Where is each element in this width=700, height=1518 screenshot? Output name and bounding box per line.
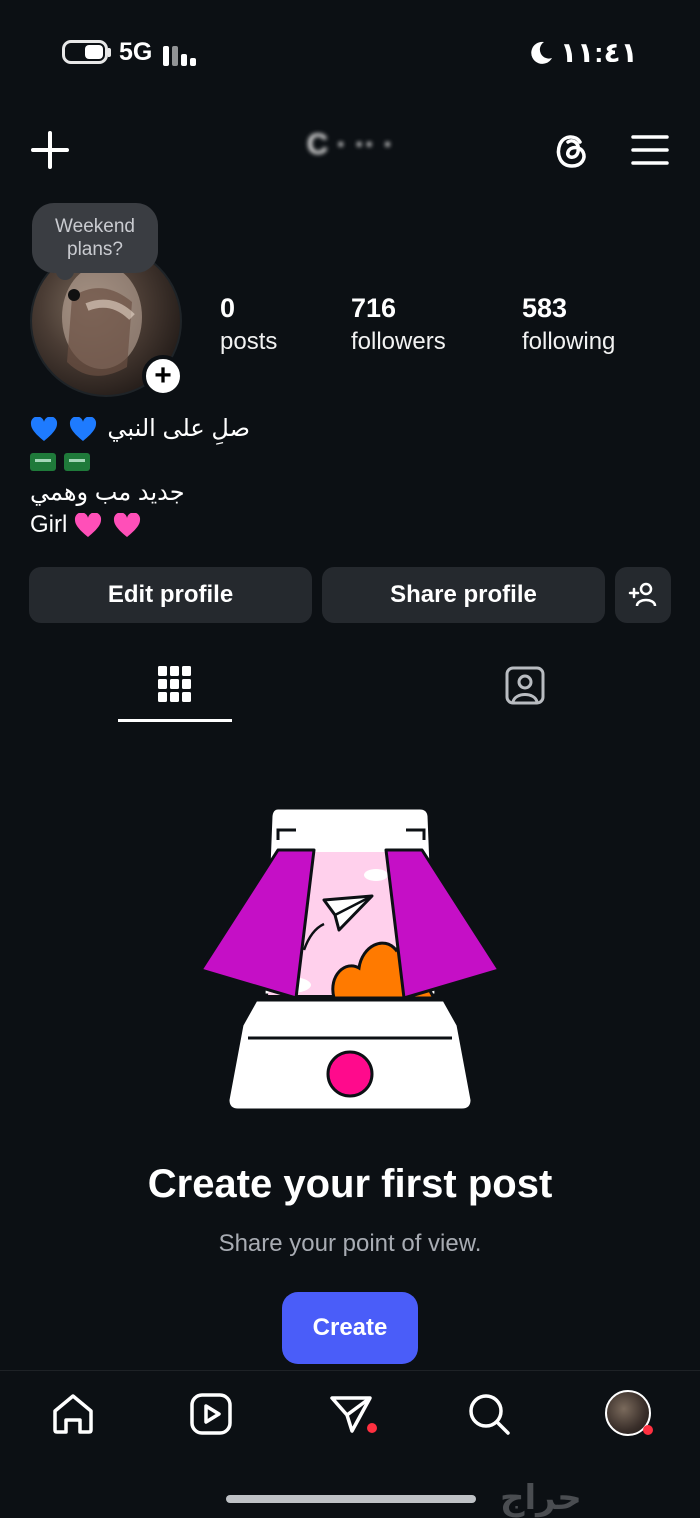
stat-label: following bbox=[522, 328, 616, 355]
bio: صلِ على النبي جديد مب وهمي Girl bbox=[30, 413, 430, 541]
saudi-flag-icon bbox=[30, 452, 56, 471]
note-text-line2: plans? bbox=[67, 239, 123, 260]
pink-heart-icon bbox=[113, 512, 140, 537]
add-person-button[interactable] bbox=[615, 567, 671, 623]
bio-line-4: Girl bbox=[30, 509, 430, 541]
stat-posts[interactable]: 0 posts bbox=[220, 293, 277, 356]
add-story-button[interactable]: + bbox=[142, 355, 184, 397]
clock: ١١:٤١ bbox=[560, 37, 638, 68]
stat-label: followers bbox=[351, 328, 446, 355]
stat-following[interactable]: 583 following bbox=[522, 293, 615, 356]
stat-followers[interactable]: 716 followers bbox=[351, 293, 446, 356]
add-person-icon bbox=[628, 582, 657, 607]
stat-value: 716 bbox=[351, 293, 397, 323]
reels-icon[interactable] bbox=[188, 1391, 234, 1437]
home-indicator[interactable] bbox=[226, 1495, 476, 1503]
clock-group: ١١:٤١ bbox=[528, 36, 638, 69]
tagged-icon[interactable] bbox=[504, 664, 546, 706]
pink-heart-icon bbox=[74, 512, 102, 537]
grid-icon[interactable] bbox=[156, 664, 194, 704]
watermark: حراج bbox=[500, 1479, 582, 1517]
edit-profile-button[interactable]: Edit profile bbox=[29, 567, 312, 623]
signal-icon bbox=[163, 40, 203, 66]
notification-dot bbox=[367, 1423, 377, 1433]
empty-state-title: Create your first post bbox=[147, 1162, 553, 1206]
bio-line-1: صلِ على النبي bbox=[30, 413, 430, 445]
share-profile-button[interactable]: Share profile bbox=[322, 567, 605, 623]
active-tab-indicator bbox=[118, 719, 232, 722]
note-bubble[interactable]: Weekend plans? bbox=[32, 203, 158, 273]
bio-text-4: Girl bbox=[30, 511, 68, 538]
notification-dot bbox=[643, 1425, 653, 1435]
battery-terminal bbox=[108, 48, 111, 57]
home-icon[interactable] bbox=[50, 1391, 96, 1437]
blue-heart-icon bbox=[69, 416, 96, 441]
stat-value: 583 bbox=[522, 293, 568, 323]
threads-icon[interactable] bbox=[550, 128, 594, 172]
username-title[interactable]: C · ·· · bbox=[270, 128, 430, 168]
saudi-flag-icon bbox=[64, 452, 90, 471]
status-bar: 5G ١١:٤١ bbox=[0, 0, 700, 100]
stat-label: posts bbox=[220, 328, 278, 355]
plus-icon[interactable] bbox=[28, 128, 72, 172]
create-post-illustration bbox=[199, 806, 501, 1112]
stat-value: 0 bbox=[220, 293, 236, 323]
menu-icon[interactable] bbox=[628, 128, 672, 172]
bio-line-2 bbox=[30, 445, 430, 477]
blue-heart-icon bbox=[30, 416, 58, 441]
moon-icon bbox=[531, 41, 552, 64]
create-button[interactable]: Create bbox=[282, 1292, 418, 1364]
battery-icon bbox=[62, 40, 108, 64]
network-type: 5G bbox=[119, 38, 153, 66]
empty-state-subtitle: Share your point of view. bbox=[218, 1230, 482, 1257]
note-text-line1: Weekend bbox=[55, 216, 135, 237]
bio-text-1: صلِ على النبي bbox=[107, 415, 250, 442]
search-icon[interactable] bbox=[466, 1391, 512, 1437]
bio-line-3: جديد مب وهمي bbox=[30, 479, 185, 506]
